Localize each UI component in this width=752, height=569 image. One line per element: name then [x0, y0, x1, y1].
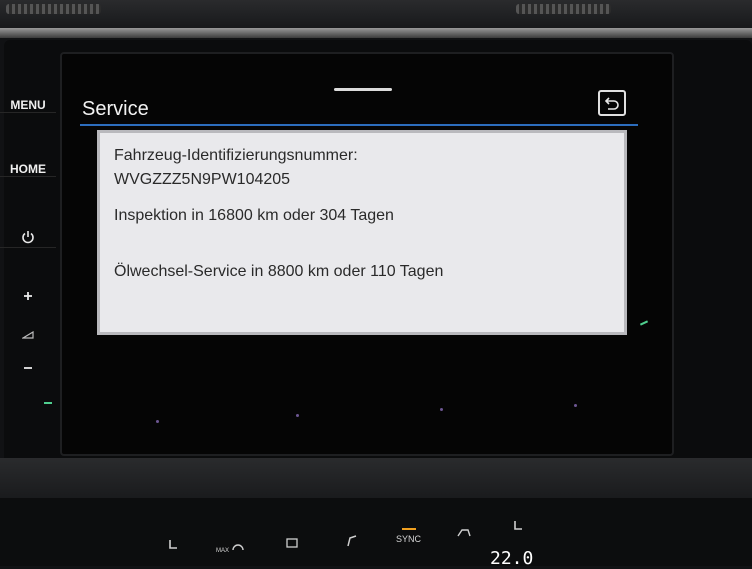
climate-control-panel: MAX SYNC	[0, 498, 752, 566]
power-button[interactable]	[0, 230, 56, 248]
vin-label: Fahrzeug-Identifizierungsnummer:	[114, 147, 358, 164]
plus-icon	[24, 292, 32, 300]
inspection-info: Inspektion in 16800 km oder 304 Tagen	[114, 207, 394, 224]
volume-up-button[interactable]	[0, 290, 56, 304]
dashboard-trim	[0, 28, 752, 38]
ambient-light	[44, 402, 52, 404]
sync-label: SYNC	[396, 534, 422, 544]
service-info-panel: Fahrzeug-Identifizierungsnummer: WVGZZZ5…	[97, 130, 627, 335]
sync-button[interactable]: SYNC	[396, 528, 421, 544]
air-distribution-icon	[347, 535, 357, 547]
back-arrow-icon	[604, 97, 619, 110]
max-defrost-button[interactable]: MAX	[216, 542, 244, 554]
seat-heat-icon	[169, 540, 177, 549]
screen-reflection	[574, 404, 577, 407]
vin-value: WVGZZZ5N9PW104205	[114, 171, 291, 188]
seat-heat-left-button[interactable]	[166, 538, 180, 554]
title-divider	[80, 124, 638, 126]
screen-reflection	[156, 420, 159, 423]
air-vent-left	[6, 4, 101, 14]
screen-reflection	[296, 414, 299, 417]
side-button-strip: MENU HOME	[0, 84, 58, 444]
power-icon	[22, 231, 34, 244]
page-title: Service	[82, 98, 149, 120]
max-label: MAX	[216, 548, 230, 554]
minus-icon	[24, 367, 32, 369]
rear-defrost-icon	[286, 538, 298, 548]
recirculation-button[interactable]	[456, 528, 472, 540]
menu-button[interactable]: MENU	[0, 98, 56, 113]
volume-icon	[20, 330, 34, 339]
home-button[interactable]: HOME	[0, 162, 56, 177]
screen-reflection	[440, 408, 443, 411]
recirculation-icon	[457, 529, 471, 537]
console-trim	[0, 458, 752, 498]
back-button[interactable]	[598, 90, 626, 116]
oil-service-info: Ölwechsel-Service in 8800 km oder 110 Ta…	[114, 263, 444, 280]
volume-indicator	[0, 328, 56, 342]
seat-heat-right-button[interactable]	[512, 520, 524, 536]
sync-indicator-light	[401, 528, 416, 530]
air-vent-right	[516, 4, 611, 14]
pull-down-handle[interactable]	[334, 88, 392, 91]
air-distribution-button[interactable]	[344, 532, 360, 550]
volume-down-button[interactable]	[0, 362, 56, 376]
seat-heat-icon	[514, 521, 522, 530]
rear-defrost-button[interactable]	[286, 538, 298, 550]
defrost-icon	[231, 544, 244, 551]
